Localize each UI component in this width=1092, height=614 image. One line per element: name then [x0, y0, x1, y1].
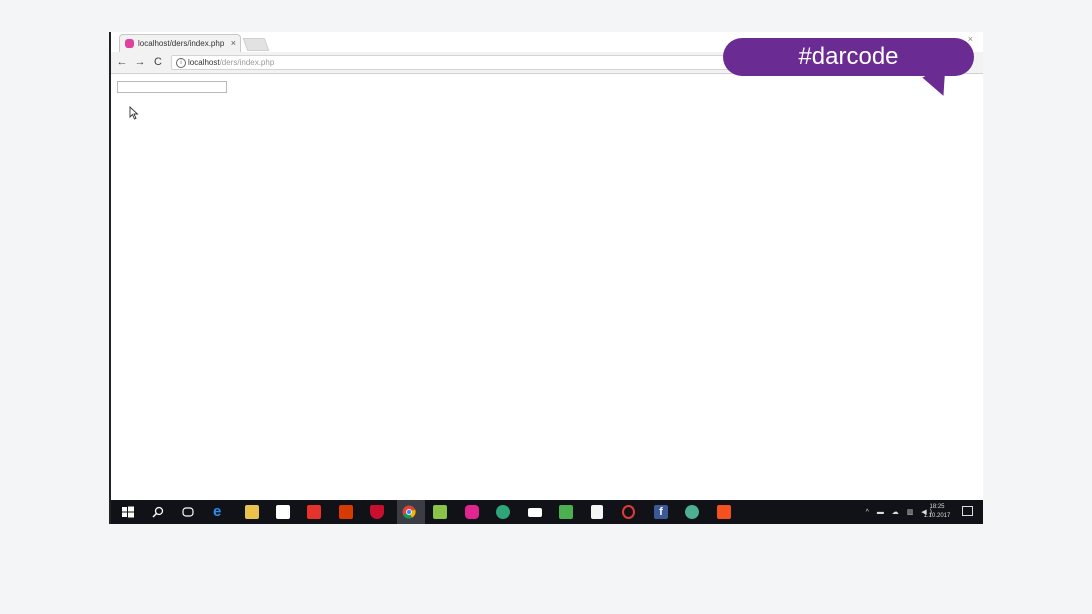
text-input[interactable] — [117, 81, 227, 93]
mcafee-icon[interactable] — [370, 505, 384, 519]
start-icon[interactable] — [121, 505, 135, 519]
app-doc-icon[interactable] — [591, 505, 603, 519]
bubble-text: #darcode — [798, 43, 899, 70]
url-path: /ders/index.php — [219, 58, 275, 67]
info-icon[interactable]: i — [176, 58, 186, 68]
address-bar[interactable]: i localhost/ders/index.php — [171, 55, 771, 70]
app-green-icon[interactable] — [496, 505, 510, 519]
clock-time: 18:25 — [929, 504, 945, 510]
file-explorer-icon[interactable] — [245, 505, 259, 519]
taskbar: e f ^ ▬ ☁ ▥ ◀) 18:25 1.10.2017 — [111, 500, 983, 524]
new-tab-button[interactable] — [242, 38, 270, 51]
mouse-cursor-icon — [129, 106, 139, 120]
search-icon[interactable] — [151, 505, 165, 519]
taskbar-clock[interactable]: 18:25 1.10.2017 — [917, 503, 957, 521]
favicon-icon — [125, 39, 134, 48]
tab-title: localhost/ders/index.php — [138, 39, 225, 48]
reload-icon[interactable]: C — [151, 55, 165, 69]
notepad-icon[interactable] — [433, 505, 447, 519]
todo-icon[interactable] — [307, 505, 321, 519]
office-icon[interactable] — [339, 505, 353, 519]
edge-icon[interactable]: e — [213, 504, 227, 519]
back-icon[interactable]: ← — [115, 55, 129, 69]
url-host: localhost — [188, 58, 220, 67]
opera-icon[interactable] — [622, 505, 635, 519]
browser-window: localhost/ders/index.php × × ← → C i loc… — [109, 32, 983, 524]
darcode-speech-bubble: #darcode — [723, 38, 974, 76]
forward-icon[interactable]: → — [133, 55, 147, 69]
window-close-icon[interactable]: × — [968, 34, 973, 44]
tab-close-icon[interactable]: × — [231, 35, 236, 52]
app-teal-icon[interactable] — [685, 505, 699, 519]
task-view-icon[interactable] — [181, 505, 195, 519]
notification-center-icon[interactable] — [962, 506, 973, 516]
mail-icon[interactable] — [528, 508, 542, 517]
store-icon[interactable] — [276, 505, 290, 519]
app-pink-icon[interactable] — [465, 505, 479, 519]
facebook-icon[interactable]: f — [654, 505, 668, 519]
camtasia-icon[interactable] — [559, 505, 573, 519]
app-orange-icon[interactable] — [717, 505, 731, 519]
tab-active[interactable]: localhost/ders/index.php × — [119, 34, 241, 52]
clock-date: 1.10.2017 — [923, 513, 951, 519]
chrome-icon[interactable] — [402, 505, 416, 519]
